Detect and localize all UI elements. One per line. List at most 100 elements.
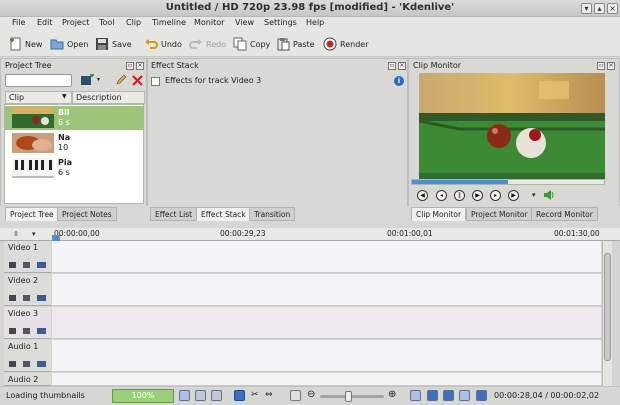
lock-icon[interactable] [9, 295, 16, 301]
maximize-button[interactable]: ▴ [594, 3, 605, 14]
list-item[interactable]: Bil 6 s [5, 106, 144, 130]
track-lane[interactable] [52, 241, 601, 273]
mute-icon[interactable] [23, 262, 30, 268]
save-button[interactable]: Save [95, 35, 132, 53]
close-window-button[interactable]: × [607, 3, 618, 14]
menu-timeline[interactable]: Timeline [152, 18, 186, 27]
add-clip-dropdown-icon[interactable]: ▾ [97, 76, 100, 83]
overwrite-mode-icon[interactable] [427, 390, 438, 401]
panel-float-button[interactable]: ▫ [126, 62, 134, 70]
track-header[interactable]: Video 1 [4, 241, 51, 273]
menu-help[interactable]: Help [306, 18, 324, 27]
col-clip-header[interactable]: Clip ▼ [5, 91, 72, 104]
snap-icon[interactable] [459, 390, 470, 401]
hide-video-icon[interactable] [37, 328, 46, 334]
video-thumbnails-icon[interactable] [179, 390, 190, 401]
delete-x-icon[interactable] [132, 75, 143, 86]
tab-record-monitor[interactable]: Record Monitor [531, 207, 598, 221]
menu-view[interactable]: View [235, 18, 254, 27]
pause-icon[interactable]: ‖ [454, 190, 465, 201]
tab-effect-list[interactable]: Effect List [150, 207, 198, 221]
menu-monitor[interactable]: Monitor [194, 18, 224, 27]
undo-button[interactable]: Undo [144, 35, 182, 53]
redo-button[interactable]: Redo [189, 35, 226, 53]
add-clip-icon[interactable] [81, 74, 95, 86]
spacer-tool-icon[interactable]: ⇔ [265, 390, 273, 400]
ripple-mode-icon[interactable] [476, 390, 487, 401]
menu-file[interactable]: File [12, 18, 25, 27]
open-button[interactable]: Open [50, 35, 88, 53]
tab-project-tree[interactable]: Project Tree [5, 207, 59, 221]
zoom-slider[interactable] [320, 391, 384, 402]
lock-icon[interactable] [9, 262, 16, 268]
copy-button[interactable]: Copy [233, 35, 270, 53]
fast-forward-icon[interactable]: ▶ [508, 190, 519, 201]
menu-project[interactable]: Project [62, 18, 89, 27]
track-lane[interactable] [52, 373, 601, 386]
minimize-button[interactable]: ▾ [581, 3, 592, 14]
hide-video-icon[interactable] [37, 295, 46, 301]
new-button[interactable]: New [8, 35, 42, 53]
split-view-icon[interactable] [410, 390, 421, 401]
tab-project-monitor[interactable]: Project Monitor [466, 207, 533, 221]
monitor-video-frame[interactable] [419, 73, 605, 179]
tracks-menu-icon[interactable]: ▾ [32, 230, 36, 238]
project-search-input[interactable] [5, 74, 72, 87]
tab-project-notes[interactable]: Project Notes [57, 207, 117, 221]
audio-thumbnails-icon[interactable] [195, 390, 206, 401]
tab-transition[interactable]: Transition [249, 207, 296, 221]
lock-icon[interactable] [9, 361, 16, 367]
razor-tool-icon[interactable]: ✂ [251, 390, 259, 400]
play-icon[interactable]: ▶ [472, 190, 483, 201]
volume-speaker-icon[interactable] [543, 189, 555, 201]
zoom-slider-handle[interactable] [345, 391, 352, 402]
zoom-fit-icon[interactable]: ⇳ [13, 230, 19, 238]
render-button[interactable]: Render [323, 35, 368, 53]
list-item[interactable]: Pia 6 s [5, 156, 144, 180]
timeline-ruler[interactable]: ⇳ ▾ 00:00:00,00 00:00:29,23 00:01:00,01 … [0, 228, 620, 241]
zoom-out-icon[interactable]: ⊖ [307, 389, 315, 400]
selection-tool-icon[interactable] [234, 390, 245, 401]
menu-edit[interactable]: Edit [37, 18, 53, 27]
track-header[interactable]: Audio 1 [4, 340, 51, 372]
insert-mode-icon[interactable] [443, 390, 454, 401]
edit-pencil-icon[interactable] [115, 74, 127, 86]
monitor-menu-dropdown-icon[interactable]: ▾ [532, 191, 536, 199]
track-lane[interactable] [52, 340, 601, 372]
panel-close-button[interactable]: × [136, 62, 144, 70]
tab-effect-stack[interactable]: Effect Stack [196, 207, 251, 221]
track-lane[interactable] [52, 307, 601, 339]
hide-video-icon[interactable] [37, 361, 46, 367]
menu-tool[interactable]: Tool [99, 18, 115, 27]
menu-settings[interactable]: Settings [264, 18, 297, 27]
mute-icon[interactable] [23, 361, 30, 367]
tab-clip-monitor[interactable]: Clip Monitor [411, 207, 467, 221]
lock-icon[interactable] [9, 328, 16, 334]
rewind-icon[interactable]: ◀ [417, 190, 428, 201]
panel-close-button[interactable]: × [398, 62, 406, 70]
list-item[interactable]: Na 10 [5, 131, 144, 155]
track-header[interactable]: Video 3 [4, 307, 51, 339]
next-frame-icon[interactable]: ▸ [490, 190, 501, 201]
hide-video-icon[interactable] [37, 262, 46, 268]
track-header[interactable]: Audio 2 [4, 373, 51, 386]
previous-frame-icon[interactable]: ◂ [436, 190, 447, 201]
track-header[interactable]: Video 2 [4, 274, 51, 306]
monitor-ruler[interactable] [411, 179, 605, 185]
paste-button[interactable]: Paste [276, 35, 315, 53]
markers-icon[interactable] [211, 390, 222, 401]
timeline-vscrollbar[interactable] [602, 241, 612, 386]
info-icon[interactable]: i [394, 76, 404, 86]
mute-icon[interactable] [23, 328, 30, 334]
track-lane[interactable] [52, 274, 601, 306]
mute-icon[interactable] [23, 295, 30, 301]
effects-track-checkbox[interactable] [151, 77, 160, 86]
zoom-in-icon[interactable]: ⊕ [388, 389, 396, 400]
col-description-header[interactable]: Description [72, 91, 145, 104]
zoom-fit-timeline-icon[interactable] [290, 390, 301, 401]
menu-clip[interactable]: Clip [126, 18, 141, 27]
panel-close-button[interactable]: × [607, 62, 615, 70]
panel-float-button[interactable]: ▫ [597, 62, 605, 70]
panel-float-button[interactable]: ▫ [388, 62, 396, 70]
scrollbar-thumb[interactable] [604, 253, 611, 361]
